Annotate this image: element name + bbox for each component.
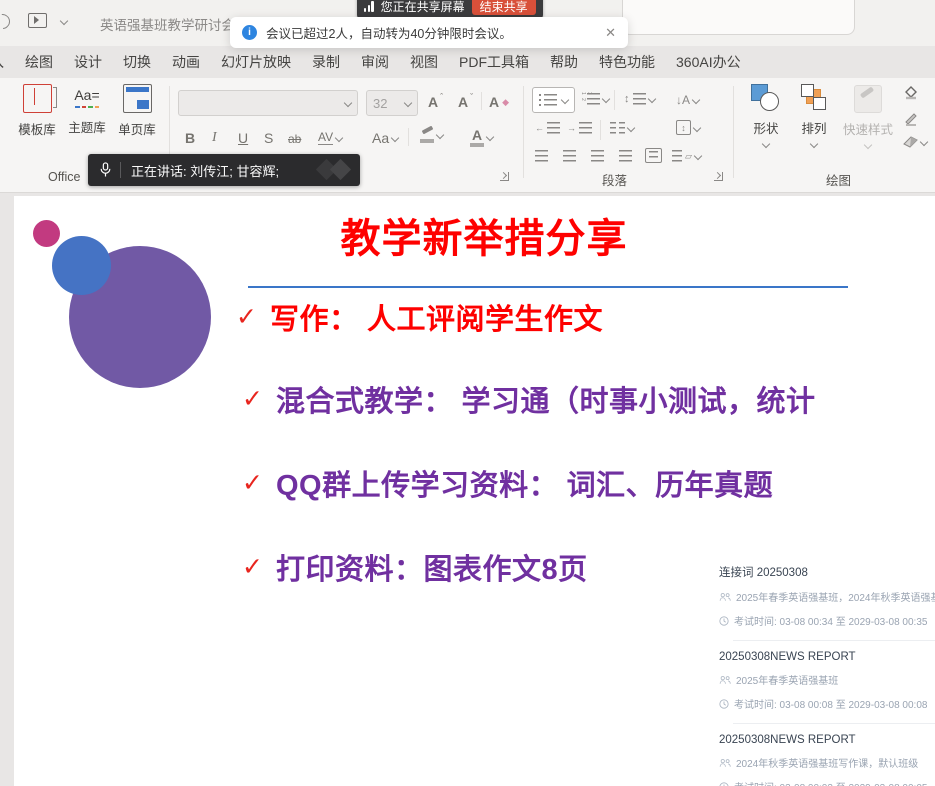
tab-insert-partial[interactable]: 入 [0, 52, 4, 72]
shapes-button[interactable]: 形状 [744, 84, 788, 147]
checkmark-icon: ✓ [242, 552, 263, 582]
strikethrough-button[interactable]: ab [288, 132, 301, 146]
shape-fill-icon[interactable] [903, 86, 919, 106]
drawing-group-label: 绘图 [826, 170, 851, 189]
clock-icon [719, 699, 729, 709]
text-direction-button[interactable]: ↓A [676, 93, 699, 107]
meeting-toast-text: 会议已超过2人，自动转为40分钟限时会议。 [266, 23, 512, 42]
exam-list-item[interactable]: 20250308NEWS REPORT 2025年春季英语强基班 考试时间: 0… [705, 641, 935, 724]
checkmark-icon: ✓ [242, 468, 263, 498]
distribute-text-button[interactable] [645, 148, 662, 163]
justify-button[interactable] [619, 150, 632, 162]
clear-format-button[interactable]: A◆ [489, 94, 509, 110]
highlight-color-button[interactable] [420, 128, 443, 143]
font-dialog-launcher-icon[interactable] [500, 172, 509, 181]
align-right-button[interactable] [591, 150, 604, 162]
tab-transitions[interactable]: 切换 [123, 52, 151, 72]
tab-pdf-toolbox[interactable]: PDF工具箱 [459, 52, 529, 72]
exam-list-item[interactable]: 20250308NEWS REPORT 2024年秋季英语强基班写作课，默认班级… [705, 724, 935, 786]
underline-button[interactable]: U [238, 130, 248, 146]
end-share-button[interactable]: 结束共享 [472, 0, 536, 15]
speaking-indicator-toast: 正在讲话: 刘传江; 甘容辉; [88, 154, 360, 186]
bold-button[interactable]: B [185, 130, 195, 146]
shape-outline-icon[interactable] [903, 111, 919, 131]
line-spacing-button[interactable]: ↕ [624, 93, 655, 105]
meeting-limit-toast: i 会议已超过2人，自动转为40分钟限时会议。 ✕ [230, 17, 628, 48]
slide-canvas[interactable]: 教学新举措分享 ✓ 写作： 人工评阅学生作文 ✓ 混合式教学： 学习通（时事小测… [14, 196, 935, 786]
theme-library-button[interactable]: Aa= 主题库 [63, 84, 111, 136]
checkmark-icon: ✓ [236, 302, 257, 332]
arrange-button[interactable]: 排列 [792, 84, 836, 147]
checkmark-icon: ✓ [242, 384, 263, 414]
change-case-button[interactable]: Aa [372, 130, 398, 146]
office-group-label: Office [48, 170, 80, 184]
increase-indent-button[interactable]: → [567, 122, 592, 134]
smartart-convert-button[interactable]: ▱ [672, 150, 701, 162]
exam-list-item[interactable]: 连接词 20250308 2025年春季英语强基班，2024年秋季英语强基班 考… [705, 554, 935, 641]
quick-styles-icon [854, 85, 882, 113]
font-size-combobox[interactable]: 32 [366, 90, 418, 116]
clock-icon [719, 616, 729, 626]
slideshow-icon[interactable] [28, 13, 47, 28]
columns-button[interactable] [610, 122, 634, 134]
grow-font-button[interactable]: Aˆ [428, 94, 444, 110]
paragraph-group-label: 段落 [602, 170, 627, 189]
tab-review[interactable]: 审阅 [361, 52, 389, 72]
signal-bars-icon [364, 1, 374, 12]
decorative-circle-magenta [33, 220, 60, 247]
shrink-font-button[interactable]: Aˇ [458, 94, 474, 110]
shape-effects-icon[interactable] [903, 136, 927, 148]
tab-help[interactable]: 帮助 [550, 52, 578, 72]
ribbon-tabs: 入 绘图 设计 切换 动画 幻灯片放映 录制 审阅 视图 PDF工具箱 帮助 特… [0, 46, 741, 78]
decorative-circle-blue [52, 236, 111, 295]
people-icon [719, 675, 731, 685]
tab-design[interactable]: 设计 [74, 52, 102, 72]
font-color-button[interactable]: A [470, 128, 493, 147]
title-divider-line [248, 286, 848, 288]
paragraph-dialog-launcher-icon[interactable] [714, 172, 723, 181]
theme-library-icon: Aa= [74, 84, 101, 111]
undo-icon[interactable] [0, 11, 13, 32]
shadow-button[interactable]: S [264, 130, 273, 146]
share-status-text: 您正在共享屏幕 [381, 0, 465, 15]
people-icon [719, 592, 731, 602]
tab-slideshow[interactable]: 幻灯片放映 [221, 52, 291, 72]
align-center-button[interactable] [563, 150, 576, 162]
tab-view[interactable]: 视图 [410, 52, 438, 72]
chevron-down-icon[interactable] [60, 17, 68, 25]
template-library-icon [23, 84, 52, 113]
quick-styles-button[interactable]: 快速样式 [840, 84, 896, 148]
exam-list-panel: 连接词 20250308 2025年春季英语强基班，2024年秋季英语强基班 考… [705, 554, 935, 786]
template-library-button[interactable]: 模板库 [13, 84, 61, 138]
people-icon [719, 758, 731, 768]
bullet-item-print-materials[interactable]: ✓ 打印资料：图表作文8页 [242, 546, 588, 588]
tab-special-features[interactable]: 特色功能 [599, 52, 655, 72]
tab-360ai[interactable]: 360AI办公 [676, 52, 741, 72]
microphone-icon [99, 161, 112, 179]
tab-animations[interactable]: 动画 [172, 52, 200, 72]
titlebar-right-box [622, 0, 855, 35]
arrange-icon [800, 84, 828, 112]
single-page-library-icon [123, 84, 152, 113]
bullet-item-blended-teaching[interactable]: ✓ 混合式教学： 学习通（时事小测试，统计 [242, 378, 816, 420]
decrease-indent-button[interactable]: ← [535, 122, 560, 134]
slide-title[interactable]: 教学新举措分享 [164, 206, 804, 264]
speaking-text: 正在讲话: 刘传江; 甘容辉; [131, 161, 279, 180]
bullet-list-button[interactable] [532, 87, 575, 113]
vertical-text-button[interactable]: ↕ [676, 120, 700, 135]
info-icon: i [242, 25, 257, 40]
single-page-library-button[interactable]: 单页库 [113, 84, 161, 138]
italic-button[interactable]: I [212, 130, 217, 146]
align-left-button[interactable] [535, 150, 548, 162]
bullet-item-writing[interactable]: ✓ 写作： 人工评阅学生作文 [236, 296, 603, 338]
numbered-list-button[interactable] [580, 93, 609, 105]
clock-icon [719, 782, 729, 786]
bullet-item-qq-materials[interactable]: ✓ QQ群上传学习资料： 词汇、历年真题 [242, 462, 773, 504]
character-spacing-button[interactable]: AV [318, 130, 342, 145]
close-icon[interactable]: ✕ [605, 25, 616, 41]
tab-record[interactable]: 录制 [312, 52, 340, 72]
shapes-icon [751, 84, 781, 112]
tab-draw[interactable]: 绘图 [25, 52, 53, 72]
font-name-combobox[interactable] [178, 90, 358, 116]
